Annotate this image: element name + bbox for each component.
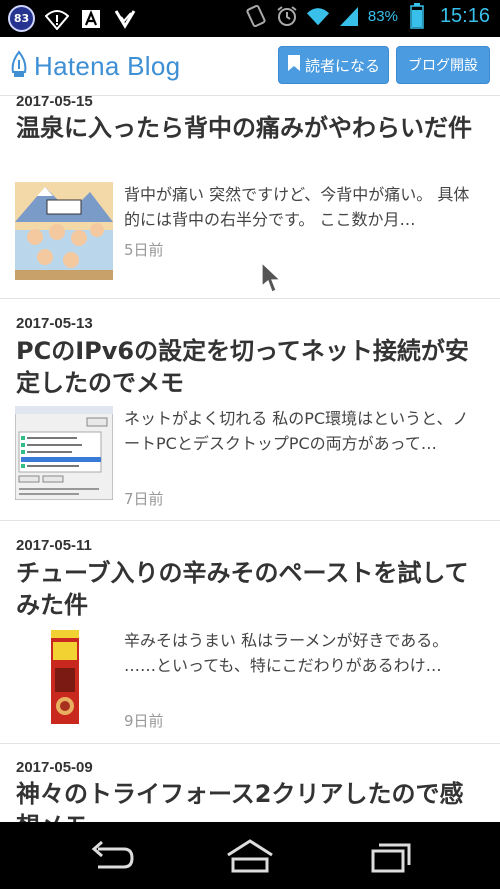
recents-icon[interactable]: [362, 836, 420, 876]
battery-icon: [405, 3, 429, 29]
entry-list: 2017-05-15 温泉に入ったら背中の痛みがやわらいだ件 背中が痛い 突然で…: [0, 96, 500, 822]
entry-age: 9日前: [124, 712, 164, 730]
entry-item[interactable]: 2017-05-09 神々のトライフォース2クリアしたので感想メモ: [0, 744, 500, 822]
open-blog-button[interactable]: ブログ開設: [396, 46, 490, 84]
entry-date: 2017-05-13: [16, 315, 93, 332]
pen-nib-icon: [10, 50, 28, 82]
status-notifications: 83: [8, 5, 137, 32]
subscribe-button[interactable]: 読者になる: [278, 46, 389, 84]
android-nav-bar: [0, 822, 500, 889]
entry-title[interactable]: 温泉に入ったら背中の痛みがやわらいだ件: [16, 112, 486, 144]
open-blog-label: ブログ開設: [408, 58, 478, 74]
signal-icon: [337, 4, 361, 28]
hatena-blog-logo[interactable]: Hatena Blog: [10, 50, 180, 82]
notification-count-badge: 83: [8, 5, 35, 32]
entry-age: 7日前: [124, 490, 164, 508]
rotation-lock-icon: [244, 4, 268, 28]
mouse-pointer-icon: [260, 261, 282, 294]
entry-age: 5日前: [124, 241, 164, 259]
entry-item[interactable]: 2017-05-11 チューブ入りの辛みそのペーストを試してみた件 辛みそはうま…: [0, 521, 500, 744]
wifi-alert-icon: [45, 7, 69, 31]
entry-excerpt: 辛みそはうまい 私はラーメンが好きである。 ……といっても、特にこだわりがあるわ…: [124, 631, 449, 675]
entry-date: 2017-05-11: [16, 537, 92, 554]
entry-date: 2017-05-15: [16, 96, 93, 110]
entry-title[interactable]: チューブ入りの辛みそのペーストを試してみた件: [16, 557, 486, 621]
back-icon[interactable]: [82, 836, 140, 876]
entry-title[interactable]: PCのIPv6の設定を切ってネット接続が安定したのでメモ: [16, 335, 486, 399]
alarm-icon: [275, 4, 299, 28]
entry-item[interactable]: 2017-05-13 PCのIPv6の設定を切ってネット接続が安定したのでメモ …: [0, 299, 500, 521]
entry-title[interactable]: 神々のトライフォース2クリアしたので感想メモ: [16, 778, 486, 822]
entry-excerpt: 背中が痛い 突然ですけど、今背中が痛い。 具体的には背中の右半分です。 ここ数か…: [124, 185, 470, 229]
battery-percent: 83%: [367, 7, 398, 25]
entry-date: 2017-05-09: [16, 759, 93, 776]
wifi-icon: [306, 4, 330, 28]
entry-item[interactable]: 2017-05-15 温泉に入ったら背中の痛みがやわらいだ件 背中が痛い 突然で…: [0, 96, 500, 299]
clock: 15:16: [439, 4, 490, 27]
home-icon[interactable]: [221, 836, 279, 876]
logo-text: Hatena Blog: [34, 50, 181, 81]
status-system: 83% 15:16: [244, 3, 490, 29]
check-download-icon: [113, 7, 137, 31]
blog-header: Hatena Blog 読者になる ブログ開設: [0, 37, 500, 96]
subscribe-label: 読者になる: [304, 56, 380, 75]
entry-thumbnail-settings-dialog[interactable]: [15, 406, 113, 500]
status-bar: 83 83% 15:16: [0, 0, 500, 37]
entry-thumbnail-onsen[interactable]: [15, 182, 113, 280]
font-a-icon: [79, 7, 103, 31]
bookmark-icon: [287, 54, 301, 76]
entry-excerpt: ネットがよく切れる 私のPC環境はというと、ノートPCとデスクトップPCの両方が…: [124, 409, 469, 453]
entry-thumbnail-miso-tube[interactable]: [15, 628, 113, 726]
